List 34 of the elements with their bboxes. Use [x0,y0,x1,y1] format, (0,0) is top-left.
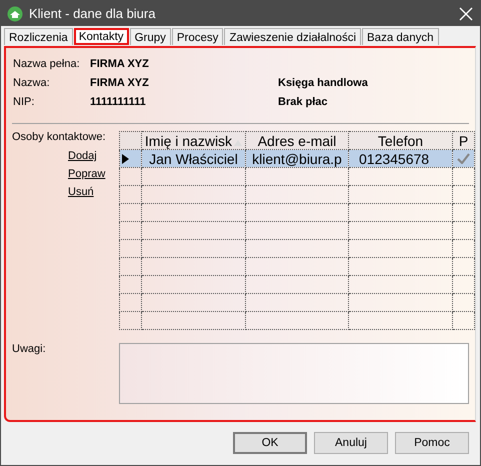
table-cell: klient@biura.p [246,150,348,168]
tab[interactable]: Kontakty [74,28,129,45]
field-value: Księga handlowa [278,77,369,89]
close-icon[interactable] [458,6,474,22]
field-value: FIRMA XYZ [90,77,150,89]
current-row-icon [122,154,129,164]
field-label: Uwagi: [12,343,47,357]
tab[interactable]: Grupy [130,28,171,45]
field-value: 1111111111 [90,96,147,108]
field-label: NIP: [13,96,36,108]
action-link[interactable]: Popraw [68,168,106,180]
dialog-button[interactable]: Anuluj [314,432,388,454]
tab[interactable]: Baza danych [362,28,438,45]
field-label: Nazwa: [13,77,51,89]
app-logo-icon [7,6,23,22]
dialog-button[interactable]: OK [233,432,307,454]
field-label: Nazwa pełna: [13,58,81,70]
action-link[interactable]: Usuń [68,186,94,198]
field-value: FIRMA XYZ [90,58,150,70]
column-header[interactable]: Adres e-mail [246,132,348,150]
tab[interactable]: Zawieszenie działalności [224,28,361,45]
tab[interactable]: Rozliczenia [4,28,73,45]
column-header[interactable]: Imię i nazwisk [142,132,246,150]
section-label: Osoby kontaktowe: [12,131,107,143]
action-link[interactable]: Dodaj [68,150,97,162]
table-cell: Jan Właściciel [142,150,246,168]
table-cell: 012345678 [348,150,452,168]
notes-field[interactable] [119,343,469,404]
dialog-button[interactable]: Pomoc [395,432,469,454]
tab[interactable]: Procesy [172,28,224,45]
column-header[interactable]: Telefon [348,132,452,150]
window-title: Klient - dane dla biura [29,6,156,21]
field-value: Brak płac [278,96,329,108]
column-header[interactable]: P [452,132,474,150]
